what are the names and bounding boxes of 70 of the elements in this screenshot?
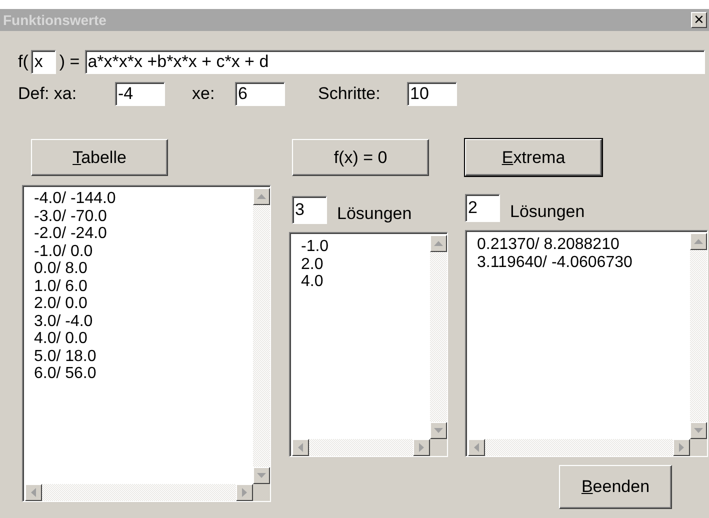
formula-field[interactable]: a*x*x*x +b*x*x + c*x + d [84, 50, 705, 74]
list-item[interactable]: 4.0/ 0.0 [34, 330, 253, 348]
scrollbar-corner [253, 484, 270, 501]
scroll-down-button[interactable] [690, 422, 707, 439]
scroll-right-button[interactable] [236, 484, 253, 501]
up-arrow-icon [434, 241, 443, 246]
function-label: f( [18, 52, 28, 72]
quit-button[interactable]: Beenden [559, 465, 672, 509]
scroll-right-button[interactable] [673, 439, 690, 456]
equals-label: ) = [59, 52, 80, 72]
close-button[interactable]: × [691, 12, 707, 28]
left-arrow-icon [474, 443, 479, 452]
action-button[interactable]: Extrema [465, 139, 602, 176]
up-arrow-icon [694, 239, 703, 244]
number-field[interactable]: 6 [235, 82, 285, 106]
vertical-scrollbar[interactable] [430, 235, 447, 439]
left-arrow-icon [298, 443, 303, 452]
scroll-left-button[interactable] [468, 439, 485, 456]
list-item[interactable]: -4.0/ -144.0 [34, 190, 253, 208]
list-item[interactable]: 3.119640/ -4.0606730 [477, 254, 690, 271]
down-arrow-icon [257, 473, 266, 478]
variable-field[interactable]: x [31, 50, 56, 74]
list-item[interactable]: 2.0/ 0.0 [34, 295, 253, 312]
list-box[interactable]: 0.21370/ 8.2088210 3.119640/ -4.0606730 [465, 230, 708, 457]
list-item[interactable]: -2.0/ -24.0 [34, 225, 253, 242]
field-label: xe: [192, 84, 216, 104]
action-button[interactable]: f(x) = 0 [292, 139, 429, 176]
solutions-label: Lösungen [337, 204, 412, 224]
down-arrow-icon [694, 428, 703, 433]
scroll-right-button[interactable] [413, 439, 430, 456]
scroll-up-button[interactable] [253, 188, 270, 205]
scroll-left-button[interactable] [292, 439, 309, 456]
vertical-scrollbar[interactable] [253, 188, 270, 484]
list-item[interactable]: 6.0/ 56.0 [34, 365, 253, 382]
scrollbar-corner [430, 439, 447, 456]
list-item[interactable]: 0.21370/ 8.2088210 [477, 236, 690, 254]
scroll-up-button[interactable] [430, 235, 447, 252]
horizontal-scrollbar[interactable] [468, 439, 707, 456]
list-item[interactable]: 5.0/ 18.0 [34, 348, 253, 365]
action-button[interactable]: Tabelle [31, 139, 168, 176]
list-item[interactable]: 0.0/ 8.0 [34, 260, 253, 278]
horizontal-scrollbar[interactable] [292, 439, 447, 456]
list-item[interactable]: -1.0 [301, 238, 430, 256]
scroll-left-button[interactable] [25, 484, 42, 501]
number-field[interactable]: -4 [115, 82, 165, 106]
left-arrow-icon [31, 488, 36, 497]
list-item[interactable]: -3.0/ -70.0 [34, 208, 253, 225]
up-arrow-icon [257, 194, 266, 199]
field-label: Schritte: [318, 84, 382, 104]
list-box[interactable]: -4.0/ -144.0 -3.0/ -70.0 -2.0/ -24.0 -1.0/ 0.0 0.0/ 8.0 1.0/ 6.0 2.0/ 0.0 3.0/ -4.0 4.0/ 0.0 5.0/ 18.0 6.0/ 56.0 [22, 185, 271, 502]
down-arrow-icon [434, 428, 443, 433]
scroll-up-button[interactable] [690, 233, 707, 250]
right-arrow-icon [419, 443, 424, 452]
right-arrow-icon [242, 488, 247, 497]
number-field[interactable]: 10 [407, 82, 457, 106]
list-item[interactable]: 2.0 [301, 256, 430, 273]
list-box[interactable]: -1.0 2.0 4.0 [289, 232, 448, 457]
count-field[interactable]: 3 [292, 196, 327, 224]
horizontal-scrollbar[interactable] [25, 484, 270, 501]
list-item[interactable]: 4.0 [301, 273, 430, 290]
solutions-label: Lösungen [510, 202, 585, 222]
list-item[interactable]: 3.0/ -4.0 [34, 312, 253, 330]
count-field[interactable]: 2 [465, 194, 500, 222]
scroll-down-button[interactable] [253, 467, 270, 484]
right-arrow-icon [679, 443, 684, 452]
scroll-down-button[interactable] [430, 422, 447, 439]
vertical-scrollbar[interactable] [690, 233, 707, 439]
list-item[interactable]: 1.0/ 6.0 [34, 278, 253, 295]
list-item[interactable]: -1.0/ 0.0 [34, 242, 253, 260]
field-label: Def: xa: [18, 84, 78, 104]
